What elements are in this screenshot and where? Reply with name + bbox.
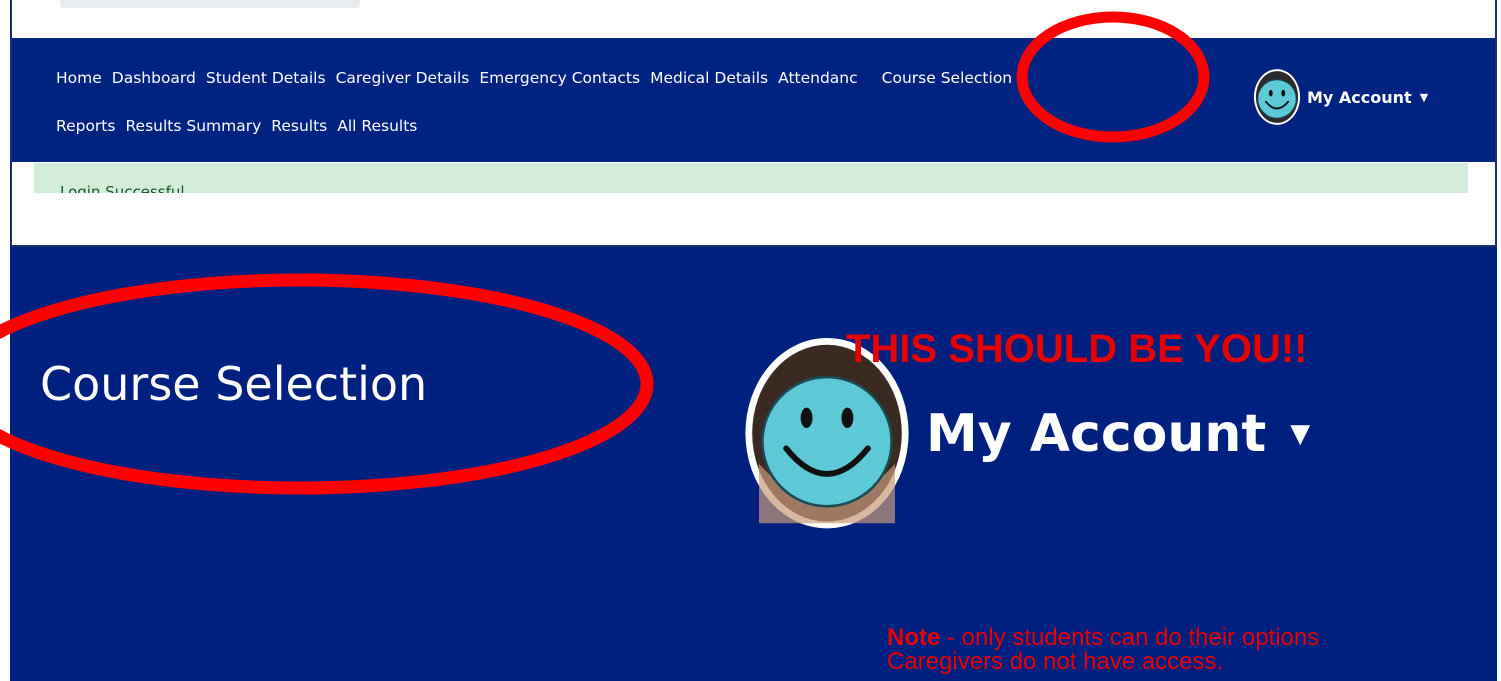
logo-strip (60, 0, 360, 8)
caret-down-icon: ▼ (1290, 419, 1311, 449)
nav-row-main: Home Dashboard Student Details Caregiver… (56, 69, 1022, 87)
zoomed-screenshot: Course Selection My Account ▼ (10, 247, 1497, 681)
nav-caregiver-details[interactable]: Caregiver Details (336, 69, 480, 87)
nav-all-results[interactable]: All Results (337, 117, 427, 135)
navbar: Home Dashboard Student Details Caregiver… (12, 38, 1495, 162)
login-alert: Login Successful (34, 163, 1468, 193)
caret-down-icon: ▼ (1419, 90, 1429, 104)
zoomed-account-label: My Account (926, 404, 1267, 464)
nav-attendance[interactable]: Attendanc (778, 69, 868, 87)
nav-student-details[interactable]: Student Details (206, 69, 336, 87)
annotation-note-text: - only students can do their options (940, 624, 1320, 651)
nav-row-secondary: Reports Results Summary Results All Resu… (56, 117, 427, 135)
nav-emergency-contacts[interactable]: Emergency Contacts (479, 69, 650, 87)
annotation-headline: THIS SHOULD BE YOU!! (846, 327, 1308, 371)
top-screenshot: Home Dashboard Student Details Caregiver… (10, 0, 1497, 247)
annotation-note-line2: Caregivers do not have access. (887, 648, 1224, 675)
login-alert-text: Login Successful (60, 183, 185, 193)
nav-results[interactable]: Results (271, 117, 337, 135)
annotation-note-bold: Note (887, 624, 941, 651)
nav-results-summary[interactable]: Results Summary (125, 117, 271, 135)
zoom-frame-edge (0, 412, 10, 681)
smiley-avatar-icon (1253, 68, 1301, 126)
account-menu-label: My Account (1307, 87, 1412, 107)
nav-reports[interactable]: Reports (56, 117, 125, 135)
account-menu[interactable]: My Account ▼ (1253, 68, 1428, 126)
nav-medical-details[interactable]: Medical Details (650, 69, 778, 87)
nav-course-selection[interactable]: Course Selection (868, 69, 1022, 87)
nav-home[interactable]: Home (56, 69, 112, 87)
nav-dashboard[interactable]: Dashboard (112, 69, 206, 87)
annotation-note: Note - only students can do their option… (887, 626, 1319, 674)
zoomed-course-selection-title: Course Selection (40, 357, 428, 411)
